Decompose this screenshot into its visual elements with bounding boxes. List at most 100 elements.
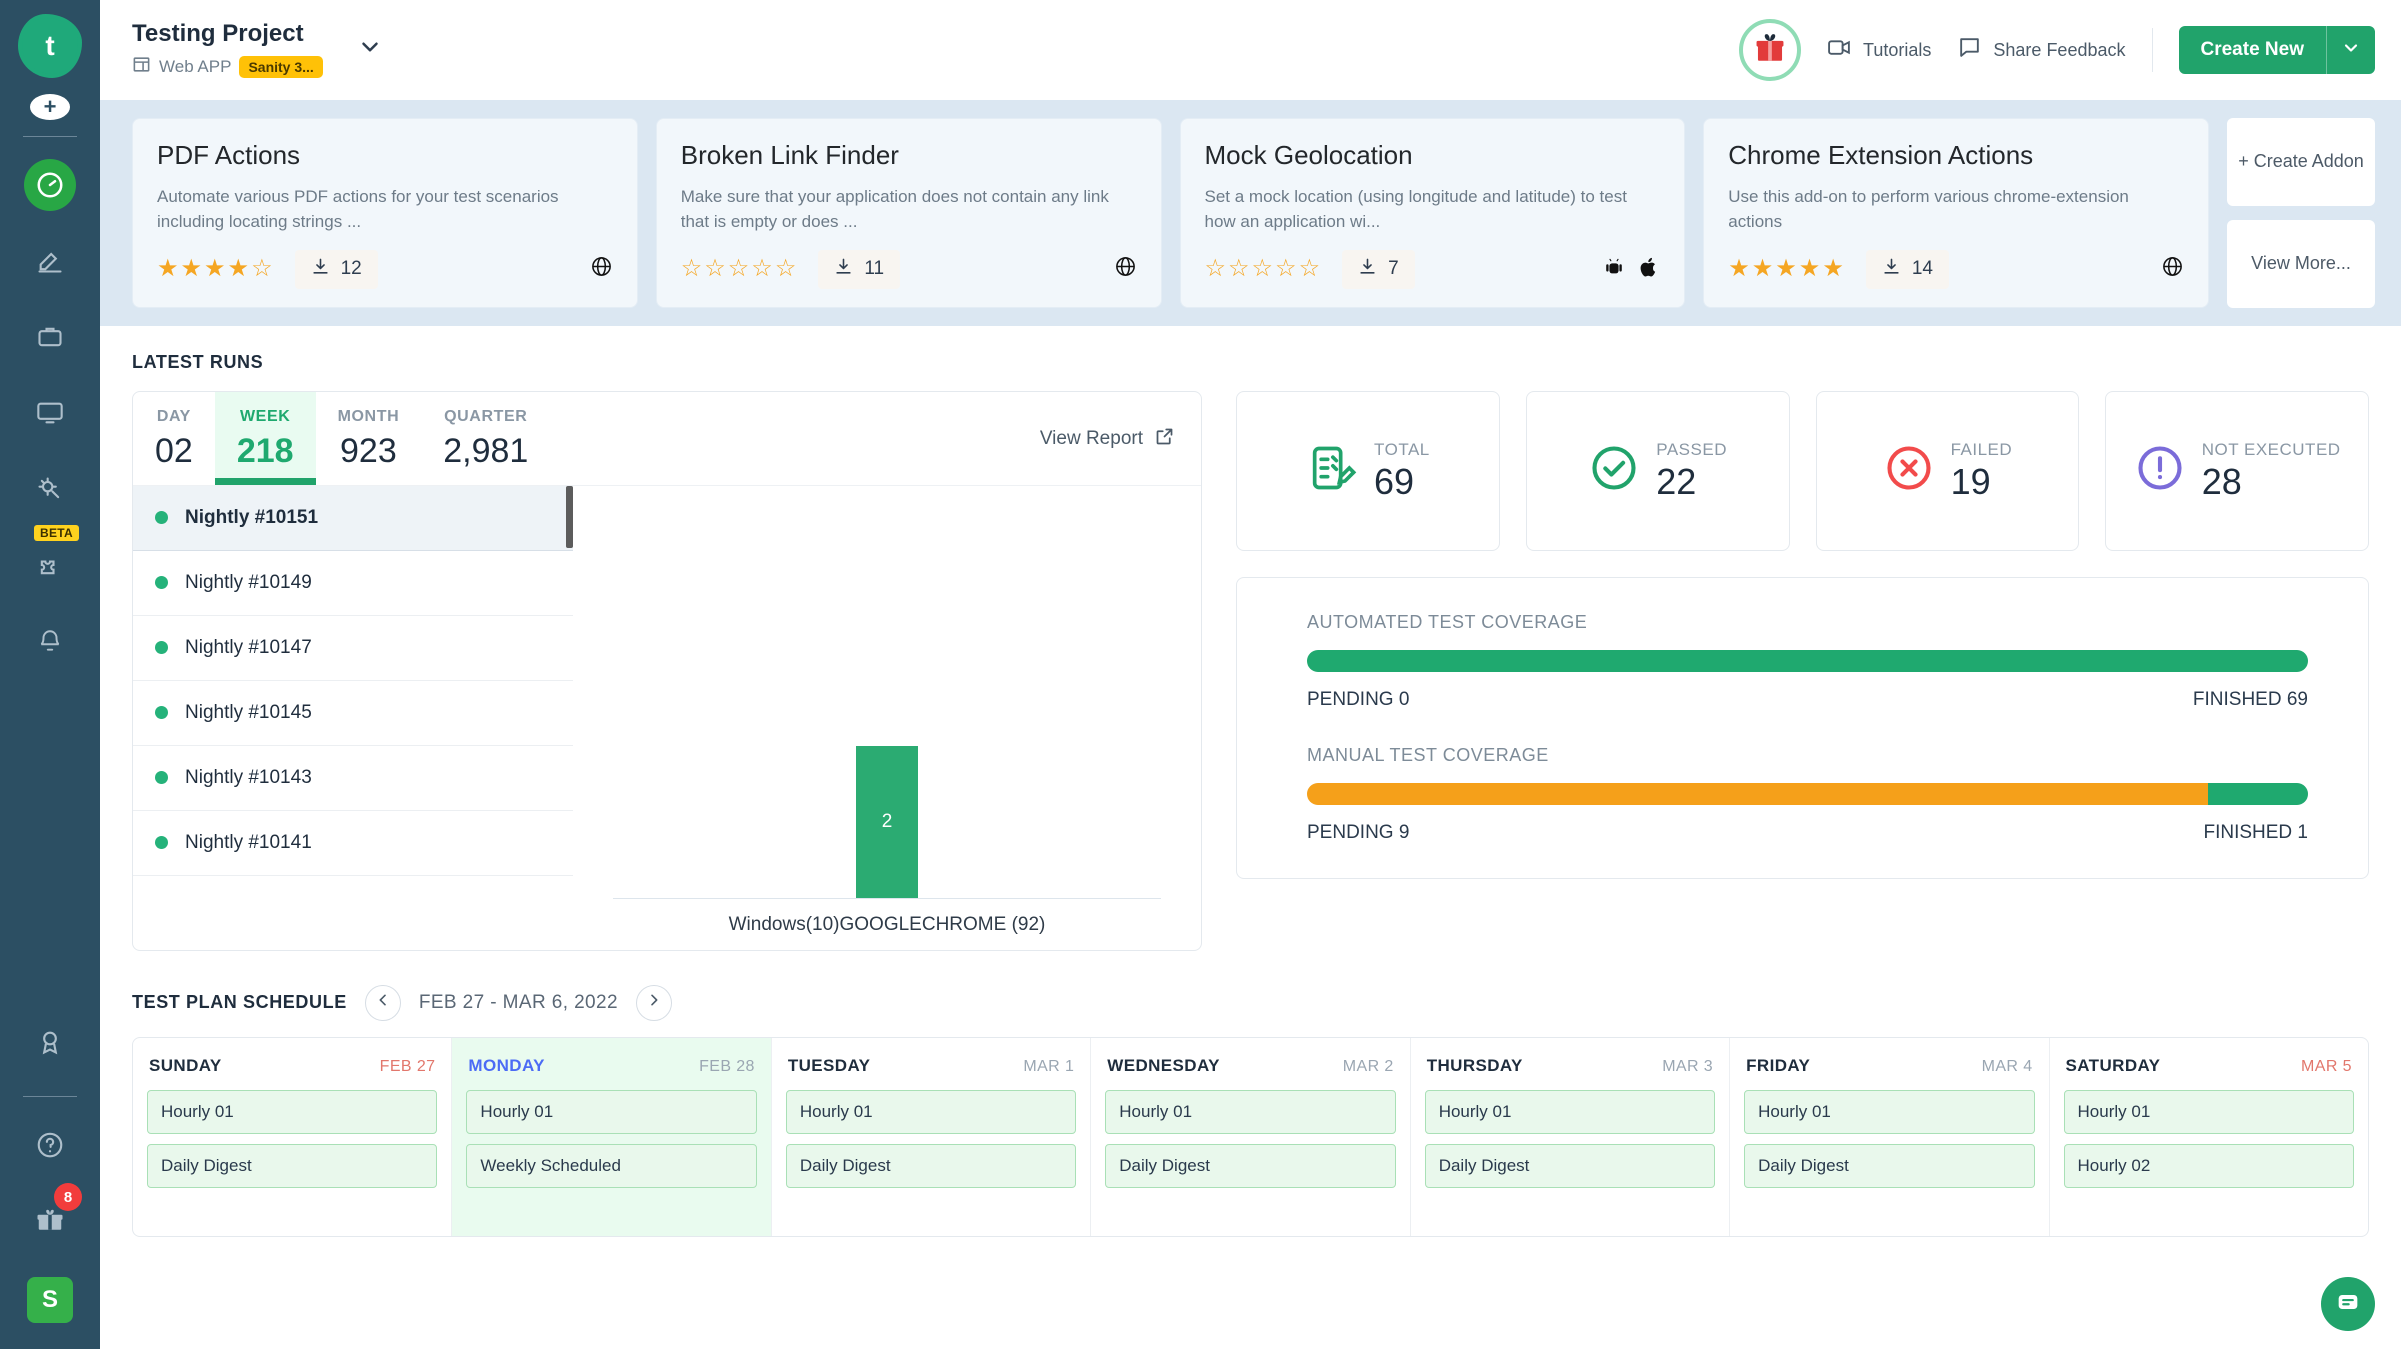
calendar-event[interactable]: Daily Digest	[147, 1143, 438, 1188]
calendar-event[interactable]: Hourly 02	[2063, 1143, 2354, 1188]
addon-card[interactable]: Chrome Extension Actions Use this add-on…	[1703, 118, 2209, 308]
chevron-down-icon[interactable]	[357, 34, 383, 65]
create-new-dropdown-toggle[interactable]	[2326, 26, 2375, 74]
calendar-event[interactable]: Daily Digest	[1424, 1143, 1716, 1188]
calendar-event[interactable]: Hourly 01	[2063, 1089, 2354, 1134]
star-icon: ★	[1798, 255, 1821, 283]
calendar-event[interactable]: Hourly 01	[1424, 1089, 1716, 1134]
list-item[interactable]: Nightly #10151	[133, 485, 573, 551]
user-avatar[interactable]: S	[27, 1277, 73, 1323]
addon-card[interactable]: Broken Link Finder Make sure that your a…	[655, 118, 1162, 308]
rating-stars[interactable]: ☆ ☆ ☆ ☆ ☆	[681, 257, 797, 281]
calendar-day-name: SATURDAY	[2065, 1055, 2161, 1075]
view-more-addons-button[interactable]: View More...	[2227, 219, 2375, 308]
share-feedback-button[interactable]: Share Feedback	[1957, 35, 2126, 65]
view-report-link[interactable]: View Report	[1040, 392, 1201, 453]
runs-list-scrollbar-thumb[interactable]	[566, 485, 573, 548]
sidebar-item-authoring[interactable]	[24, 235, 76, 287]
sidebar-item-addons[interactable]: BETA	[24, 525, 79, 591]
promo-gift-button[interactable]	[1739, 19, 1802, 81]
chat-support-button[interactable]	[2321, 1277, 2375, 1331]
stat-card-not-executed[interactable]: NOT EXECUTED 28	[2105, 390, 2369, 551]
list-item[interactable]: Nightly #10143	[133, 746, 573, 811]
calendar-day-column[interactable]: THURSDAY MAR 3 Hourly 01 Daily Digest	[1411, 1037, 1731, 1236]
schedule-prev-button[interactable]	[364, 984, 401, 1021]
addon-footer: ☆ ☆ ☆ ☆ ☆ 7	[1205, 249, 1661, 289]
calendar-event[interactable]: Hourly 01	[1744, 1089, 2035, 1134]
download-count[interactable]: 11	[818, 249, 901, 289]
calendar-event[interactable]: Weekly Scheduled	[466, 1143, 757, 1188]
sidebar-item-help[interactable]	[24, 1119, 76, 1171]
download-count[interactable]: 14	[1865, 249, 1949, 289]
calendar-event[interactable]: Hourly 01	[1105, 1089, 1396, 1134]
sidebar-item-dashboard[interactable]	[24, 159, 76, 211]
tab-day[interactable]: DAY 02	[133, 392, 215, 485]
calendar-day-column[interactable]: TUESDAY MAR 1 Hourly 01 Daily Digest	[772, 1037, 1092, 1236]
chart-bar[interactable]: 2	[856, 745, 918, 898]
stat-card-failed[interactable]: FAILED 19	[1815, 390, 2080, 551]
chart-plot-area: 2	[613, 629, 1161, 899]
sidebar-item-add[interactable]: +	[30, 94, 70, 120]
list-item[interactable]: Nightly #10141	[133, 811, 573, 876]
automated-pending-label: PENDING 0	[1307, 688, 1410, 710]
download-icon	[1358, 257, 1377, 282]
runs-list-scrollbar[interactable]	[566, 485, 573, 950]
calendar-day-header: FRIDAY MAR 4	[1730, 1038, 2048, 1090]
chart-x-tick-label: Windows(10)GOOGLECHROME (92)	[728, 913, 1046, 935]
sidebar-item-gift[interactable]: 8	[24, 1183, 82, 1247]
sidebar-item-projects[interactable]	[24, 311, 76, 363]
run-label: Nightly #10143	[185, 766, 312, 788]
addon-description: Make sure that your application does not…	[680, 186, 1109, 232]
calendar-event[interactable]: Hourly 01	[785, 1089, 1077, 1134]
calendar-day-column[interactable]: MONDAY FEB 28 Hourly 01 Weekly Scheduled	[452, 1037, 772, 1236]
briefcase-icon	[36, 323, 64, 351]
stat-text: PASSED 22	[1656, 440, 1727, 501]
download-icon	[311, 257, 330, 282]
sidebar-item-achievements[interactable]	[24, 1016, 76, 1068]
project-subtitle: Web APP Sanity 3...	[132, 55, 323, 79]
runs-list[interactable]: Nightly #10151 Nightly #10149 Nightly #1…	[133, 485, 573, 950]
tab-week[interactable]: WEEK 218	[214, 391, 316, 485]
sidebar-item-devices[interactable]	[24, 387, 76, 439]
list-item[interactable]: Nightly #10149	[133, 551, 573, 616]
window-icon	[132, 55, 151, 79]
calendar-event[interactable]: Hourly 01	[147, 1089, 438, 1134]
calendar-event[interactable]: Daily Digest	[785, 1143, 1077, 1188]
list-item[interactable]: Nightly #10147	[133, 616, 573, 681]
calendar-day-column[interactable]: FRIDAY MAR 4 Hourly 01 Daily Digest	[1730, 1037, 2050, 1236]
addon-card[interactable]: Mock Geolocation Set a mock location (us…	[1179, 118, 1686, 308]
globe-icon	[2161, 255, 2184, 283]
calendar-day-column[interactable]: WEDNESDAY MAR 2 Hourly 01 Daily Digest	[1091, 1037, 1411, 1236]
project-selector[interactable]: Testing Project Web APP Sanity 3...	[132, 20, 383, 79]
calendar-event[interactable]: Daily Digest	[1744, 1143, 2035, 1188]
rating-stars[interactable]: ★ ★ ★ ★ ☆	[157, 257, 273, 281]
calendar-event[interactable]: Daily Digest	[1105, 1143, 1396, 1188]
stat-card-total[interactable]: TOTAL 69	[1236, 390, 1500, 551]
calendar-day-date: MAR 1	[1023, 1057, 1075, 1075]
list-item[interactable]: Nightly #10145	[133, 681, 573, 746]
create-addon-button[interactable]: + Create Addon	[2227, 118, 2375, 206]
app-logo[interactable]: t	[22, 18, 78, 74]
tab-quarter[interactable]: QUARTER 2,981	[421, 392, 550, 485]
stat-value: 19	[1950, 460, 1991, 502]
latest-runs-body: Nightly #10151 Nightly #10149 Nightly #1…	[133, 485, 1201, 950]
stat-card-passed[interactable]: PASSED 22	[1525, 390, 1790, 551]
status-badge[interactable]: Sanity 3...	[239, 55, 323, 78]
comment-icon	[1957, 35, 1982, 65]
calendar-events: Hourly 01 Daily Digest	[1411, 1089, 1729, 1188]
schedule-next-button[interactable]	[635, 984, 672, 1021]
tab-month[interactable]: MONTH 923	[316, 392, 422, 485]
download-count[interactable]: 7	[1342, 249, 1415, 289]
sidebar-item-notifications[interactable]	[24, 615, 76, 667]
addon-card[interactable]: PDF Actions Automate various PDF actions…	[132, 118, 638, 308]
calendar-day-column[interactable]: SATURDAY MAR 5 Hourly 01 Hourly 02	[2050, 1038, 2368, 1236]
manual-coverage-label: MANUAL TEST COVERAGE	[1307, 744, 1549, 765]
rating-stars[interactable]: ★ ★ ★ ★ ★	[1728, 257, 1844, 281]
rating-stars[interactable]: ☆ ☆ ☆ ☆ ☆	[1205, 257, 1321, 281]
sidebar-item-settings[interactable]	[24, 463, 76, 515]
calendar-day-column[interactable]: SUNDAY FEB 27 Hourly 01 Daily Digest	[133, 1037, 453, 1236]
create-new-button[interactable]: Create New	[2179, 26, 2327, 74]
calendar-event[interactable]: Hourly 01	[466, 1089, 757, 1134]
download-count[interactable]: 12	[294, 249, 378, 289]
tutorials-button[interactable]: Tutorials	[1827, 35, 1931, 65]
